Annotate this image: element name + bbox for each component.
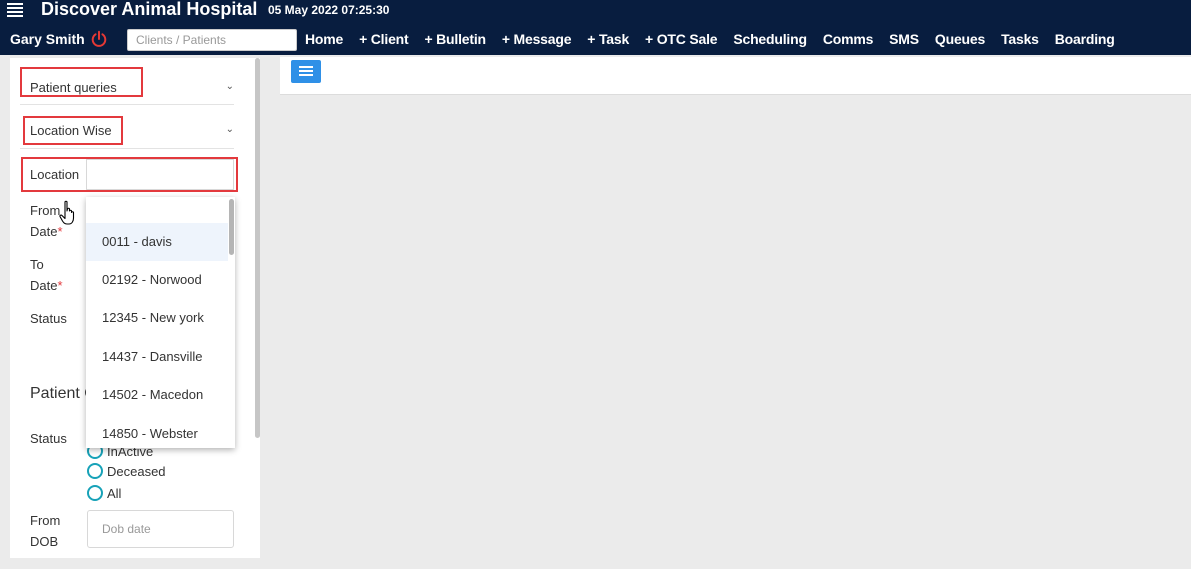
power-icon[interactable] bbox=[90, 30, 108, 48]
location-option[interactable]: 14502 - Macedon bbox=[86, 376, 228, 414]
status-radio-deceased[interactable]: Deceased bbox=[87, 463, 166, 479]
radio-all-label: All bbox=[107, 485, 122, 501]
status-radio-all[interactable]: All bbox=[87, 485, 121, 501]
from-date-label-line1: From bbox=[30, 203, 61, 218]
from-dob-label: From DOB bbox=[30, 510, 60, 552]
location-option[interactable]: 14850 - Webster bbox=[86, 415, 228, 448]
from-dob-label-line2: DOB bbox=[30, 534, 59, 549]
chevron-down-icon: ⌄ bbox=[225, 81, 234, 92]
hand-cursor-icon bbox=[59, 200, 75, 225]
location-option[interactable]: 12345 - New york bbox=[86, 299, 228, 337]
nav-add-otc-sale[interactable]: + OTC Sale bbox=[645, 31, 718, 47]
dob-date-input[interactable] bbox=[87, 510, 234, 548]
highlight-box bbox=[20, 67, 143, 97]
nav-add-message[interactable]: + Message bbox=[502, 31, 572, 47]
to-date-label: To Date* bbox=[30, 254, 63, 296]
nav-home[interactable]: Home bbox=[305, 31, 343, 47]
required-marker: * bbox=[57, 224, 63, 239]
nav-add-client[interactable]: + Client bbox=[359, 31, 409, 47]
to-date-label-line2: Date bbox=[30, 278, 58, 293]
top-header: Discover Animal Hospital 05 May 2022 07:… bbox=[0, 0, 1191, 55]
nav-comms[interactable]: Comms bbox=[823, 31, 874, 47]
dropdown-scrollbar[interactable] bbox=[229, 199, 234, 255]
nav-add-bulletin[interactable]: + Bulletin bbox=[424, 31, 486, 47]
to-date-label-line1: To bbox=[30, 257, 44, 272]
highlight-box bbox=[23, 116, 123, 145]
highlight-box bbox=[21, 157, 238, 192]
patient-status-label: Status bbox=[30, 431, 67, 446]
content-toolbar bbox=[280, 57, 1191, 95]
nav-sms[interactable]: SMS bbox=[889, 31, 919, 47]
required-marker: * bbox=[57, 278, 63, 293]
radio-all[interactable] bbox=[87, 485, 103, 501]
nav-tasks[interactable]: Tasks bbox=[1001, 31, 1039, 47]
status-label: Status bbox=[30, 311, 67, 326]
location-option[interactable]: 02192 - Norwood bbox=[86, 261, 228, 299]
client-patient-search-input[interactable] bbox=[127, 29, 297, 51]
app-title: Discover Animal Hospital bbox=[41, 0, 258, 19]
filter-panel-scrollbar[interactable] bbox=[255, 58, 260, 438]
hamburger-icon[interactable] bbox=[7, 3, 23, 17]
radio-deceased[interactable] bbox=[87, 463, 103, 479]
sidebar-toggle-button[interactable] bbox=[291, 60, 321, 83]
nav-scheduling[interactable]: Scheduling bbox=[733, 31, 807, 47]
location-dropdown: 0011 - davis 02192 - Norwood 12345 - New… bbox=[86, 197, 235, 448]
location-option[interactable]: 0011 - davis bbox=[86, 223, 228, 261]
location-option[interactable]: 14437 - Dansville bbox=[86, 338, 228, 376]
chevron-down-icon: ⌄ bbox=[225, 124, 234, 135]
main-nav: Home + Client + Bulletin + Message + Tas… bbox=[305, 31, 1131, 47]
from-dob-label-line1: From bbox=[30, 513, 61, 528]
current-datetime: 05 May 2022 07:25:30 bbox=[268, 3, 390, 17]
radio-deceased-label: Deceased bbox=[107, 463, 166, 479]
nav-add-task[interactable]: + Task bbox=[587, 31, 629, 47]
from-date-label-line2: Date bbox=[30, 224, 58, 239]
user-name[interactable]: Gary Smith bbox=[10, 31, 85, 47]
nav-queues[interactable]: Queues bbox=[935, 31, 985, 47]
nav-boarding[interactable]: Boarding bbox=[1055, 31, 1115, 47]
